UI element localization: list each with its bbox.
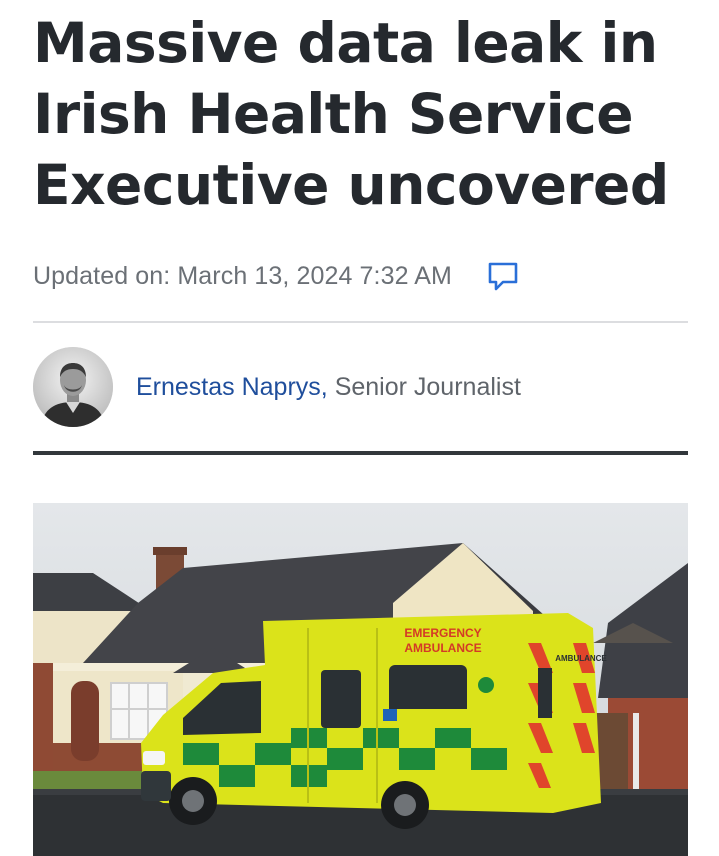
ambulance-side-text: AMBULANCE <box>555 654 607 663</box>
byline-divider <box>33 451 688 455</box>
ambulance-text-ambulance: AMBULANCE <box>404 641 481 655</box>
author-byline: Ernestas Naprys, Senior Journalist <box>33 347 688 427</box>
article-headline: Massive data leak in Irish Health Servic… <box>33 11 669 217</box>
ambulance-text-emergency: EMERGENCY <box>404 626 481 640</box>
updated-timestamp: Updated on: March 13, 2024 7:32 AM <box>33 261 452 290</box>
author-text: Ernestas Naprys, Senior Journalist <box>136 373 521 402</box>
article-meta: Updated on: March 13, 2024 7:32 AM <box>33 256 688 296</box>
author-role: Senior Journalist <box>327 372 521 401</box>
author-avatar[interactable] <box>33 347 113 427</box>
meta-divider <box>33 321 688 323</box>
hero-image: EMERGENCY AMBULANCE AMBULANCE <box>33 503 688 856</box>
author-name-link[interactable]: Ernestas Naprys, <box>136 373 328 401</box>
comment-icon[interactable] <box>486 259 520 293</box>
